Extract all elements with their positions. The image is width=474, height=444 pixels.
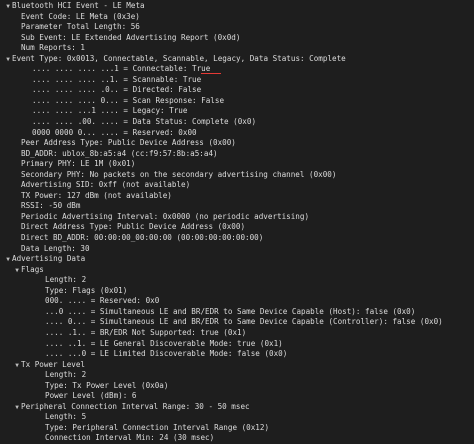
tree-row-text: Flags xyxy=(21,264,44,274)
tree-row[interactable]: Advertising SID: 0xff (not available) xyxy=(0,180,474,191)
tree-row-text: Length: 2 xyxy=(45,370,87,380)
tree-row[interactable]: Type: Flags (0x01) xyxy=(0,286,474,297)
tree-row[interactable]: .... .... .... 0... = Scan Response: Fal… xyxy=(0,96,474,107)
tree-row-text: .... .... .00. .... = Data Status: Compl… xyxy=(32,117,257,127)
tree-row-text: Power Level (dBm): 6 xyxy=(45,391,137,401)
tree-row[interactable]: Num Reports: 1 xyxy=(0,43,474,54)
tree-row-text: Peer Address Type: Public Device Address… xyxy=(21,138,236,148)
tree-row-text: Connection Interval Min: 24 (30 msec) xyxy=(45,433,215,443)
expand-triangle-icon[interactable]: ▼ xyxy=(13,403,21,413)
tree-row-text: Event Type: 0x0013, Connectable, Scannab… xyxy=(12,53,346,63)
tree-row-text: .... .... .... 0... = Scan Response: Fal… xyxy=(32,95,225,105)
tree-row-text: Direct Address Type: Public Device Addre… xyxy=(21,222,246,232)
tree-row[interactable]: Length: 2 xyxy=(0,370,474,381)
tree-row-text: BD_ADDR: ublox_8b:a5:a4 (cc:f9:57:8b:a5:… xyxy=(21,148,218,158)
tree-row-text: Parameter Total Length: 56 xyxy=(21,22,140,32)
tree-row-text: Sub Event: LE Extended Advertising Repor… xyxy=(21,32,241,42)
tree-row[interactable]: Periodic Advertising Interval: 0x0000 (n… xyxy=(0,212,474,223)
tree-row[interactable]: Secondary PHY: No packets on the seconda… xyxy=(0,170,474,181)
tree-row[interactable]: .... ...0 = LE Limited Discoverable Mode… xyxy=(0,349,474,360)
tree-row-text: Advertising Data xyxy=(12,254,86,264)
tree-row[interactable]: .... 0... = Simultaneous LE and BR/EDR t… xyxy=(0,317,474,328)
tree-row[interactable]: Direct Address Type: Public Device Addre… xyxy=(0,222,474,233)
tree-row[interactable]: ...0 .... = Simultaneous LE and BR/EDR t… xyxy=(0,307,474,318)
tree-row-text: Advertising SID: 0xff (not available) xyxy=(21,180,191,190)
tree-row[interactable]: .... .... .... ..1. = Scannable: True xyxy=(0,75,474,86)
tree-row[interactable]: 0000 0000 0... .... = Reserved: 0x00 xyxy=(0,128,474,139)
tree-row-text: Direct BD_ADDR: 00:00:00_00:00:00 (00:00… xyxy=(21,233,264,243)
tree-row-text: RSSI: -50 dBm xyxy=(21,201,81,211)
tree-row-text: .... 0... = Simultaneous LE and BR/EDR t… xyxy=(45,317,443,327)
tree-row[interactable]: RSSI: -50 dBm xyxy=(0,201,474,212)
tree-row-text: Type: Peripheral Connection Interval Ran… xyxy=(45,422,270,432)
tree-row[interactable]: ▼ Tx Power Level xyxy=(0,360,474,371)
tree-row[interactable]: Parameter Total Length: 56 xyxy=(0,22,474,33)
tree-row[interactable]: ▼ Flags xyxy=(0,265,474,276)
tree-row-text: .... .... .... ..1. = Scannable: True xyxy=(32,74,202,84)
expand-triangle-icon[interactable]: ▼ xyxy=(4,2,12,12)
tree-row-text: 000. .... = Reserved: 0x0 xyxy=(45,296,160,306)
tree-row[interactable]: ▼ Advertising Data xyxy=(0,254,474,265)
tree-row-text: Primary PHY: LE 1M (0x01) xyxy=(21,159,136,169)
tree-row-text: Type: Tx Power Level (0x0a) xyxy=(45,380,169,390)
tree-row[interactable]: Type: Tx Power Level (0x0a) xyxy=(0,381,474,392)
packet-details-tree[interactable]: ▼ Bluetooth HCI Event - LE Meta Event Code… xyxy=(0,0,474,442)
tree-row-text: Bluetooth HCI Event - LE Meta xyxy=(12,1,145,10)
tree-row[interactable]: .... ..1. = LE General Discoverable Mode… xyxy=(0,339,474,350)
tree-row[interactable]: Length: 2 xyxy=(0,275,474,286)
tree-row-text: Event Code: LE Meta (0x3e) xyxy=(21,11,140,21)
tree-row-text: .... .1.. = BR/EDR Not Supported: true (… xyxy=(45,327,247,337)
tree-row-text: .... .... .... ...1 = Connectable: True xyxy=(32,64,211,74)
tree-row[interactable]: Type: Peripheral Connection Interval Ran… xyxy=(0,423,474,434)
tree-row[interactable]: Sub Event: LE Extended Advertising Repor… xyxy=(0,33,474,44)
tree-row-text: .... ..1. = LE General Discoverable Mode… xyxy=(45,338,283,348)
tree-row-text: 0000 0000 0... .... = Reserved: 0x00 xyxy=(32,127,197,137)
tree-row[interactable]: Peer Address Type: Public Device Address… xyxy=(0,138,474,149)
tree-row[interactable]: ▼ Bluetooth HCI Event - LE Meta xyxy=(0,1,474,12)
tree-row-text: Tx Power Level xyxy=(21,359,86,369)
expand-triangle-icon[interactable]: ▼ xyxy=(13,266,21,276)
tree-row-text: Secondary PHY: No packets on the seconda… xyxy=(21,169,337,179)
expand-triangle-icon[interactable]: ▼ xyxy=(4,255,12,265)
tree-row[interactable]: 000. .... = Reserved: 0x0 xyxy=(0,296,474,307)
tree-row[interactable]: .... .... .... ...1 = Connectable: True xyxy=(0,64,474,75)
tree-row-text: Length: 2 xyxy=(45,275,87,285)
tree-row-text: ...0 .... = Simultaneous LE and BR/EDR t… xyxy=(45,306,416,316)
tree-row[interactable]: .... .1.. = BR/EDR Not Supported: true (… xyxy=(0,328,474,339)
tree-row-text: Num Reports: 1 xyxy=(21,43,86,53)
tree-row-text: .... .... .... .0.. = Directed: False xyxy=(32,85,202,95)
tree-row[interactable]: Direct BD_ADDR: 00:00:00_00:00:00 (00:00… xyxy=(0,233,474,244)
tree-row[interactable]: BD_ADDR: ublox_8b:a5:a4 (cc:f9:57:8b:a5:… xyxy=(0,149,474,160)
tree-row-text: .... ...0 = LE Limited Discoverable Mode… xyxy=(45,349,288,359)
tree-row[interactable]: Length: 5 xyxy=(0,412,474,423)
tree-row[interactable]: .... .... .00. .... = Data Status: Compl… xyxy=(0,117,474,128)
tree-row[interactable]: Data Length: 30 xyxy=(0,244,474,255)
expand-triangle-icon[interactable]: ▼ xyxy=(4,55,12,65)
tree-row-text: Type: Flags (0x01) xyxy=(45,285,128,295)
tree-row[interactable]: Primary PHY: LE 1M (0x01) xyxy=(0,159,474,170)
tree-row-text: Peripheral Connection Interval Range: 30… xyxy=(21,401,250,411)
tree-row[interactable]: Power Level (dBm): 6 xyxy=(0,391,474,402)
tree-row[interactable]: .... .... .... .0.. = Directed: False xyxy=(0,85,474,96)
tree-row-text: Data Length: 30 xyxy=(21,243,90,253)
tree-row-text: Length: 5 xyxy=(45,412,87,422)
tree-row[interactable]: .... .... ...1 .... = Legacy: True xyxy=(0,106,474,117)
tree-row[interactable]: ▼ Peripheral Connection Interval Range: 3… xyxy=(0,402,474,413)
tree-row[interactable]: ▼ Event Type: 0x0013, Connectable, Scanna… xyxy=(0,54,474,65)
tree-row-text: TX Power: 127 dBm (not available) xyxy=(21,190,172,200)
tree-row-text: Periodic Advertising Interval: 0x0000 (n… xyxy=(21,211,310,221)
tree-row-text: .... .... ...1 .... = Legacy: True xyxy=(32,106,188,116)
expand-triangle-icon[interactable]: ▼ xyxy=(13,361,21,371)
tree-row[interactable]: Connection Interval Min: 24 (30 msec) xyxy=(0,433,474,444)
tree-row[interactable]: TX Power: 127 dBm (not available) xyxy=(0,191,474,202)
tree-row[interactable]: Event Code: LE Meta (0x3e) xyxy=(0,12,474,23)
